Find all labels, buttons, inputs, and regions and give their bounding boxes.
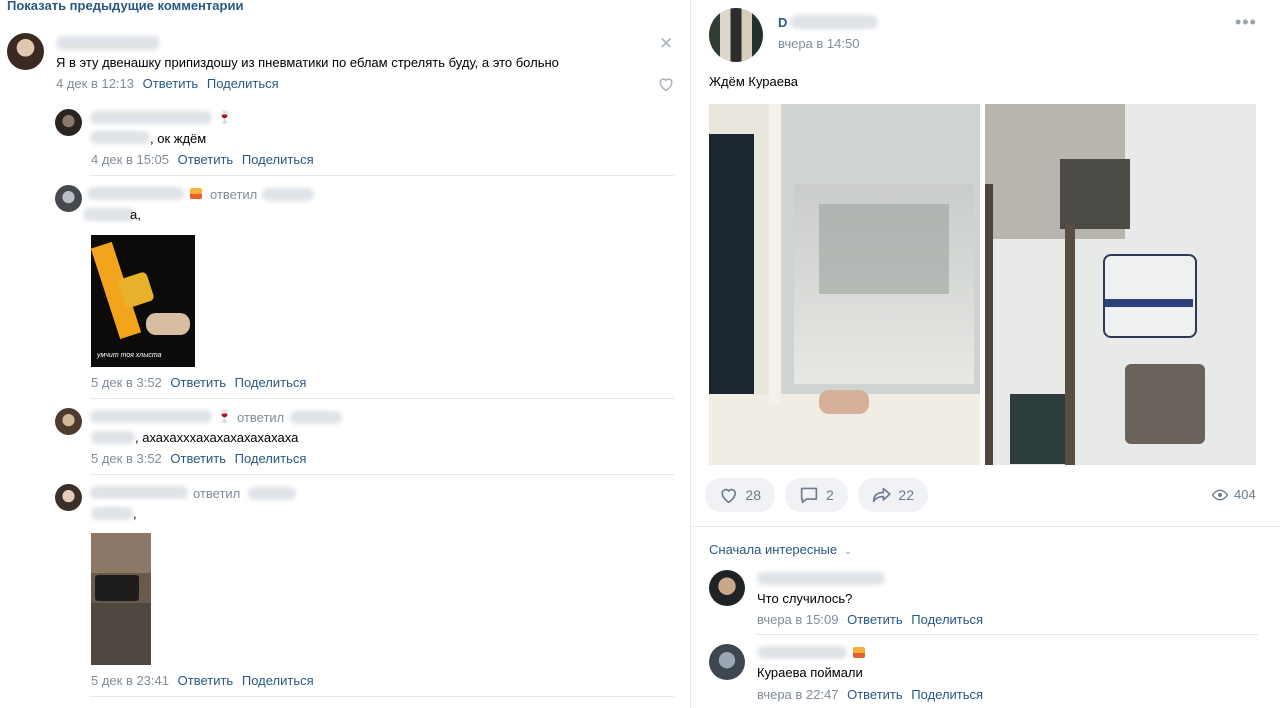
- comment-date[interactable]: 4 дек в 12:13: [56, 76, 134, 91]
- reply-link[interactable]: Ответить: [847, 612, 903, 627]
- more-options-icon[interactable]: •••: [1235, 12, 1257, 33]
- author-name-blurred[interactable]: [87, 187, 184, 200]
- share-count: 22: [898, 487, 914, 503]
- author-name-blurred[interactable]: [56, 36, 160, 50]
- comment-meta: вчера в 15:09 Ответить Поделиться: [757, 612, 983, 627]
- post-author-name[interactable]: D: [778, 15, 787, 30]
- mention-blurred[interactable]: [91, 431, 135, 444]
- comment-meta: вчера в 22:47 Ответить Поделиться: [757, 687, 983, 702]
- comment-date[interactable]: вчера в 22:47: [757, 687, 838, 702]
- sort-label: Сначала интересные: [709, 542, 838, 557]
- comment-icon: [800, 487, 818, 504]
- avatar[interactable]: [709, 570, 745, 606]
- mention-blurred[interactable]: [90, 131, 150, 144]
- comment-meta: 4 дек в 12:13 Ответить Поделиться: [56, 76, 279, 91]
- comment-text: Я в эту двенашку припиздошу из пневматик…: [56, 55, 559, 70]
- mention-blurred[interactable]: [91, 507, 133, 520]
- share-button[interactable]: 22: [858, 478, 928, 512]
- share-arrow-icon: [872, 487, 891, 503]
- author-name-blurred[interactable]: [757, 646, 847, 659]
- comment-date[interactable]: 4 дек в 15:05: [91, 152, 169, 167]
- like-button[interactable]: 28: [705, 478, 775, 512]
- comment-meta: 5 дек в 3:52 Ответить Поделиться: [91, 451, 306, 466]
- comment-text: ,: [133, 506, 137, 521]
- replied-to-name-blurred[interactable]: [262, 188, 314, 201]
- comment-date[interactable]: 5 дек в 23:41: [91, 673, 169, 688]
- share-link[interactable]: Поделиться: [235, 375, 307, 390]
- share-link[interactable]: Поделиться: [235, 451, 307, 466]
- comment-meta: 4 дек в 15:05 Ответить Поделиться: [91, 152, 314, 167]
- comment-date[interactable]: 5 дек в 3:52: [91, 375, 162, 390]
- author-name-blurred[interactable]: [90, 486, 188, 499]
- author-name-blurred[interactable]: [90, 111, 212, 124]
- wine-emoji-icon: 🍷: [217, 110, 232, 124]
- share-link[interactable]: Поделиться: [242, 673, 314, 688]
- divider: [756, 634, 1258, 635]
- replied-to-label: ответил: [210, 187, 258, 202]
- post-author-avatar[interactable]: [709, 8, 763, 62]
- share-link[interactable]: Поделиться: [911, 612, 983, 627]
- heart-icon: [721, 488, 736, 504]
- comment-text: , ок ждём: [150, 131, 207, 146]
- comment-text: , ахахахххахахахахахахаха: [135, 430, 299, 445]
- comment-count: 2: [826, 487, 834, 503]
- replied-to-name-blurred[interactable]: [290, 411, 342, 424]
- views-counter: 404: [1212, 487, 1256, 502]
- post-photo[interactable]: [985, 104, 1256, 465]
- avatar[interactable]: [55, 185, 82, 212]
- attached-photo[interactable]: [91, 533, 151, 665]
- avatar[interactable]: [55, 109, 82, 136]
- post-time[interactable]: вчера в 14:50: [778, 36, 859, 51]
- comment-text: Кураева поймали: [757, 665, 863, 680]
- comment-button[interactable]: 2: [785, 478, 848, 512]
- show-previous-comments-link[interactable]: Показать предыдущие комментарии: [7, 0, 243, 13]
- avatar[interactable]: [7, 33, 44, 70]
- like-count: 28: [745, 487, 761, 503]
- reply-link[interactable]: Ответить: [178, 673, 234, 688]
- mention-blurred[interactable]: [83, 208, 135, 221]
- share-link[interactable]: Поделиться: [242, 152, 314, 167]
- reply-link[interactable]: Ответить: [170, 375, 226, 390]
- reply-link[interactable]: Ответить: [178, 152, 234, 167]
- attached-photo[interactable]: умчит тоя хлыста: [91, 235, 195, 367]
- author-name-blurred[interactable]: [757, 572, 885, 585]
- divider: [90, 474, 674, 475]
- sunset-emoji-icon: [853, 647, 865, 658]
- comment-date[interactable]: 5 дек в 3:52: [91, 451, 162, 466]
- chevron-down-icon: ⌄: [843, 546, 853, 557]
- share-link[interactable]: Поделиться: [207, 76, 279, 91]
- divider: [90, 696, 674, 697]
- reply-link[interactable]: Ответить: [847, 687, 903, 702]
- post-author-name-blurred[interactable]: [790, 15, 878, 29]
- divider: [691, 526, 1280, 527]
- sunset-emoji-icon: [190, 188, 202, 199]
- post-text: Ждём Кураева: [709, 74, 798, 89]
- comment-text: а,: [130, 207, 141, 222]
- replied-to-name-blurred[interactable]: [248, 487, 296, 500]
- sort-dropdown[interactable]: Сначала интересные ⌄: [709, 542, 852, 557]
- divider: [90, 175, 674, 176]
- avatar[interactable]: [55, 484, 82, 511]
- replied-to-label: ответил: [237, 410, 285, 425]
- photo-caption: умчит тоя хлыста: [97, 352, 162, 359]
- comment-date[interactable]: вчера в 15:09: [757, 612, 838, 627]
- share-link[interactable]: Поделиться: [911, 687, 983, 702]
- avatar[interactable]: [709, 644, 745, 680]
- reply-link[interactable]: Ответить: [143, 76, 199, 91]
- wine-emoji-icon: 🍷: [217, 409, 232, 423]
- eye-icon: [1212, 489, 1228, 500]
- divider: [90, 398, 674, 399]
- reply-link[interactable]: Ответить: [170, 451, 226, 466]
- close-icon[interactable]: ✕: [659, 35, 673, 52]
- comment-text: Что случилось?: [757, 591, 853, 606]
- comment-meta: 5 дек в 3:52 Ответить Поделиться: [91, 375, 306, 390]
- author-name-blurred[interactable]: [90, 410, 212, 423]
- views-count: 404: [1234, 487, 1256, 502]
- avatar[interactable]: [55, 408, 82, 435]
- heart-icon[interactable]: [657, 76, 675, 95]
- replied-to-label: ответил: [193, 486, 241, 501]
- comment-meta: 5 дек в 23:41 Ответить Поделиться: [91, 673, 314, 688]
- post-photo[interactable]: [709, 104, 980, 465]
